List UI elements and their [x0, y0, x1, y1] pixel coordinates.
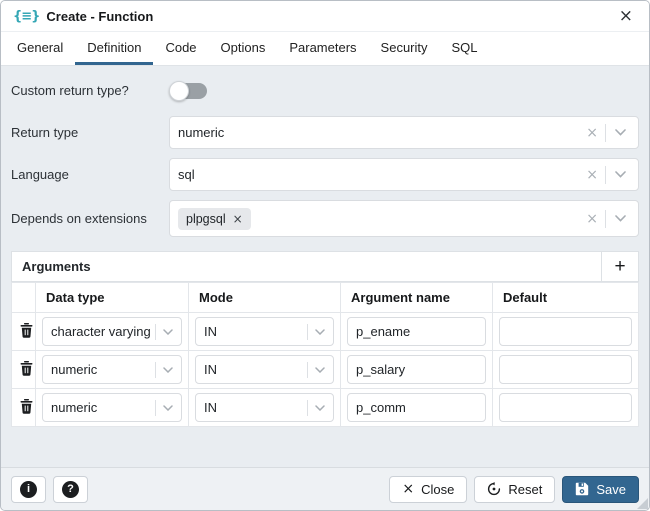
- custom-return-type-row: Custom return type?: [11, 81, 639, 101]
- data-type-value: character varying: [51, 324, 155, 339]
- dialog-tabbar: General Definition Code Options Paramete…: [1, 32, 649, 66]
- trash-icon: [20, 361, 33, 376]
- delete-argument-button[interactable]: [18, 359, 35, 381]
- depends-on-extensions-row: Depends on extensions plpgsql × ×: [11, 200, 639, 237]
- default-column-header: Default: [493, 283, 639, 313]
- chevron-down-icon[interactable]: [156, 329, 179, 335]
- selected-extensions: plpgsql ×: [178, 208, 582, 230]
- extension-chip-label: plpgsql: [186, 212, 226, 226]
- argument-name-input[interactable]: [347, 355, 486, 384]
- create-function-dialog: {≡} Create - Function × General Definiti…: [0, 0, 650, 511]
- chevron-down-icon[interactable]: [308, 367, 331, 373]
- return-type-row: Return type numeric ×: [11, 116, 639, 149]
- delete-argument-button[interactable]: [18, 397, 35, 419]
- argument-row: numeric IN: [12, 389, 639, 427]
- return-type-label: Return type: [11, 124, 169, 142]
- chevron-down-icon[interactable]: [606, 129, 630, 136]
- language-select[interactable]: sql ×: [169, 158, 639, 191]
- clear-icon[interactable]: ×: [582, 212, 605, 226]
- tab-definition[interactable]: Definition: [75, 32, 153, 65]
- depends-on-extensions-select[interactable]: plpgsql × ×: [169, 200, 639, 237]
- argument-name-input[interactable]: [347, 393, 486, 422]
- language-row: Language sql ×: [11, 158, 639, 191]
- toggle-knob: [169, 81, 189, 101]
- data-type-select[interactable]: character varying: [42, 317, 182, 346]
- arguments-header: Arguments +: [11, 251, 639, 282]
- close-x-icon: ×: [402, 482, 414, 496]
- depends-on-extensions-label: Depends on extensions: [11, 210, 169, 228]
- trash-icon: [20, 399, 33, 414]
- chevron-down-icon[interactable]: [308, 329, 331, 335]
- reset-button-label: Reset: [508, 482, 542, 497]
- arguments-table: Data type Mode Argument name Default: [11, 282, 639, 427]
- data-type-select[interactable]: numeric: [42, 355, 182, 384]
- dialog-title: Create - Function: [46, 9, 153, 24]
- mode-value: IN: [204, 324, 307, 339]
- save-button-label: Save: [596, 482, 626, 497]
- reset-button[interactable]: Reset: [474, 476, 555, 503]
- argument-name-column-header: Argument name: [341, 283, 493, 313]
- mode-value: IN: [204, 362, 307, 377]
- chip-remove-icon[interactable]: ×: [233, 212, 243, 226]
- dialog-titlebar: {≡} Create - Function ×: [1, 1, 649, 32]
- default-value-input[interactable]: [499, 317, 632, 346]
- resize-grip[interactable]: [637, 498, 648, 509]
- function-braces-icon: {≡}: [13, 9, 39, 24]
- sql-info-button[interactable]: i: [11, 476, 46, 503]
- reset-icon: [487, 482, 501, 496]
- return-type-value: numeric: [178, 125, 582, 140]
- arguments-panel: Arguments + Data type Mode Argument name…: [11, 251, 639, 427]
- chevron-down-icon[interactable]: [606, 215, 630, 222]
- tab-security[interactable]: Security: [369, 32, 440, 65]
- chevron-down-icon[interactable]: [606, 171, 630, 178]
- extension-chip: plpgsql ×: [178, 208, 251, 230]
- mode-select[interactable]: IN: [195, 355, 334, 384]
- close-button[interactable]: × Close: [389, 476, 467, 503]
- chevron-down-icon[interactable]: [156, 367, 179, 373]
- add-argument-button[interactable]: +: [601, 252, 638, 281]
- save-button[interactable]: Save: [562, 476, 639, 503]
- dialog-close-icon[interactable]: ×: [615, 6, 637, 27]
- custom-return-type-toggle[interactable]: [169, 81, 209, 101]
- data-type-value: numeric: [51, 400, 155, 415]
- trash-icon: [20, 323, 33, 338]
- definition-tab-panel: Custom return type? Return type numeric …: [1, 66, 649, 467]
- data-type-value: numeric: [51, 362, 155, 377]
- tab-options[interactable]: Options: [209, 32, 278, 65]
- return-type-select[interactable]: numeric ×: [169, 116, 639, 149]
- clear-icon[interactable]: ×: [582, 126, 605, 140]
- chevron-down-icon[interactable]: [308, 405, 331, 411]
- mode-column-header: Mode: [189, 283, 341, 313]
- arguments-title: Arguments: [12, 252, 601, 281]
- argument-row: character varying IN: [12, 313, 639, 351]
- default-value-input[interactable]: [499, 393, 632, 422]
- arguments-table-header-row: Data type Mode Argument name Default: [12, 283, 639, 313]
- tab-sql[interactable]: SQL: [440, 32, 490, 65]
- info-icon: i: [20, 481, 37, 498]
- data-type-column-header: Data type: [36, 283, 189, 313]
- language-value: sql: [178, 167, 582, 182]
- tab-code[interactable]: Code: [153, 32, 208, 65]
- argument-name-input[interactable]: [347, 317, 486, 346]
- mode-select[interactable]: IN: [195, 317, 334, 346]
- clear-icon[interactable]: ×: [582, 168, 605, 182]
- language-label: Language: [11, 166, 169, 184]
- close-button-label: Close: [421, 482, 454, 497]
- save-icon: [575, 482, 589, 496]
- mode-value: IN: [204, 400, 307, 415]
- mode-select[interactable]: IN: [195, 393, 334, 422]
- argument-row: numeric IN: [12, 351, 639, 389]
- tab-parameters[interactable]: Parameters: [277, 32, 368, 65]
- custom-return-type-label: Custom return type?: [11, 82, 169, 100]
- delete-column-header: [12, 283, 36, 313]
- delete-argument-button[interactable]: [18, 321, 35, 343]
- default-value-input[interactable]: [499, 355, 632, 384]
- data-type-select[interactable]: numeric: [42, 393, 182, 422]
- help-button[interactable]: ?: [53, 476, 88, 503]
- help-icon: ?: [62, 481, 79, 498]
- tab-general[interactable]: General: [5, 32, 75, 65]
- dialog-footer: i ? × Close Reset Save: [1, 467, 649, 510]
- chevron-down-icon[interactable]: [156, 405, 179, 411]
